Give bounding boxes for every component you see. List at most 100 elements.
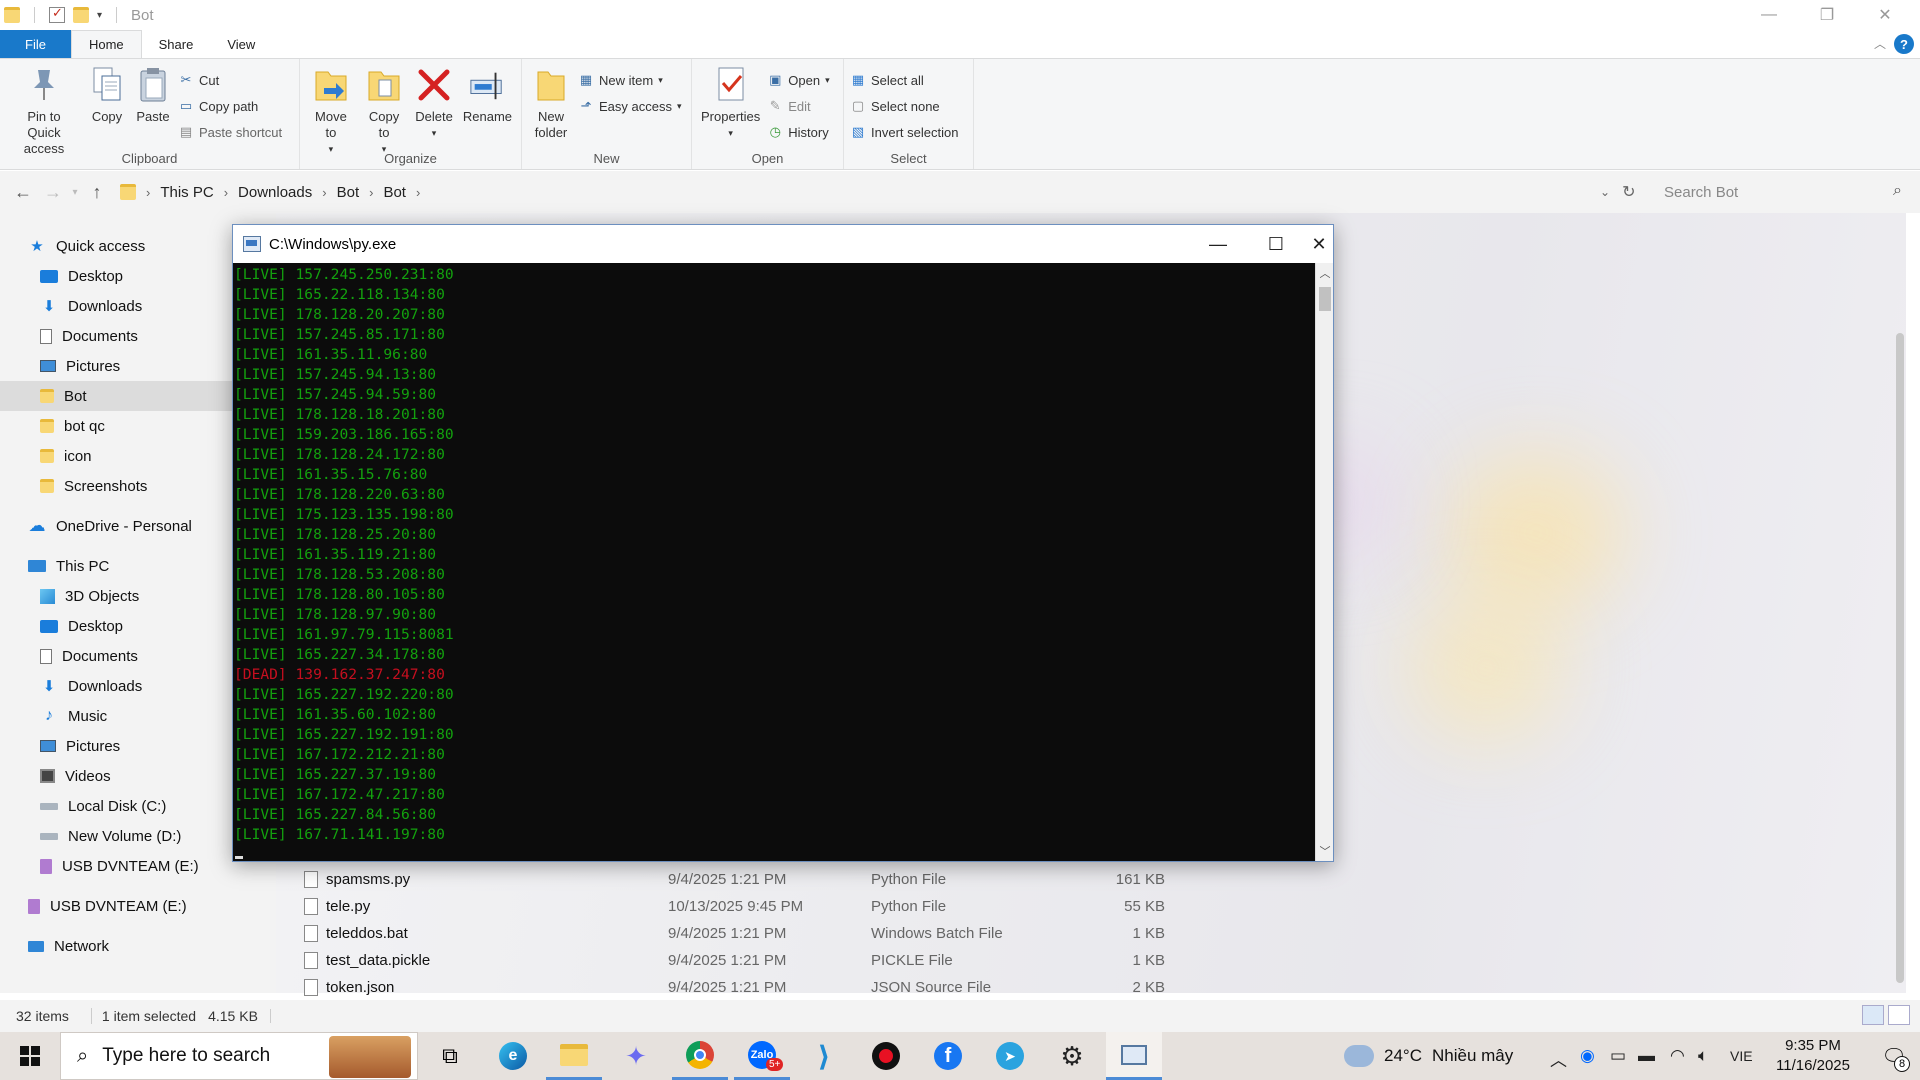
wifi-icon[interactable]: ◠ (1670, 1046, 1685, 1066)
console-maximize-button[interactable]: ☐ (1247, 225, 1305, 263)
paste-shortcut-button[interactable]: ▤ Paste shortcut (178, 121, 282, 143)
chevron-right-icon[interactable]: › (369, 185, 373, 200)
tab-share[interactable]: Share (142, 30, 211, 58)
invert-selection-button[interactable]: ▧ Invert selection (850, 121, 959, 143)
close-button[interactable]: ✕ (1856, 0, 1914, 30)
edit-button[interactable]: ✎ Edit (767, 95, 829, 117)
up-arrow-icon[interactable]: ↑ (82, 182, 112, 203)
console-proxy-address: 175.123.135.198:80 (295, 506, 454, 523)
notification-center-button[interactable]: 🗨︎ 8 (1868, 1032, 1920, 1080)
task-view-icon[interactable]: ⧉ (422, 1032, 478, 1080)
file-list-scrollbar[interactable] (1896, 333, 1904, 983)
pin-to-quick-access-button[interactable]: Pin to Quick access (6, 65, 82, 157)
file-explorer-icon[interactable] (546, 1032, 602, 1080)
move-to-button[interactable]: Move to ▾ (306, 65, 356, 157)
chrome-icon[interactable] (672, 1032, 728, 1080)
sidebar-item[interactable]: Network (0, 931, 276, 961)
address-history-chevron-icon[interactable]: ⌄ (1600, 185, 1610, 199)
scroll-thumb[interactable] (1319, 287, 1331, 311)
copy-to-button[interactable]: Copy to ▾ (360, 65, 408, 157)
input-language-indicator[interactable]: VIE (1730, 1048, 1753, 1064)
cut-button[interactable]: ✂ Cut (178, 69, 282, 91)
easy-access-button[interactable]: ⬏ Easy access ▾ (578, 95, 682, 117)
restore-button[interactable]: ❐ (1798, 0, 1856, 30)
edge-icon[interactable]: e (485, 1032, 541, 1080)
file-row[interactable]: spamsms.py 9/4/2025 1:21 PM Python File 161… (300, 866, 1200, 893)
recent-locations-chevron-icon[interactable]: ▾ (68, 187, 82, 198)
chevron-right-icon[interactable]: › (416, 185, 420, 200)
rename-button[interactable]: Rename (460, 65, 515, 125)
copy-button[interactable]: Copy (86, 65, 128, 125)
dropdown-chevron-icon: ▾ (431, 128, 437, 138)
file-row[interactable]: test_data.pickle 9/4/2025 1:21 PM PICKLE F… (300, 947, 1200, 974)
select-all-button[interactable]: ▦ Select all (850, 69, 958, 91)
search-input[interactable]: Search Bot ⌕ (1654, 177, 1910, 207)
chevron-right-icon[interactable]: › (322, 185, 326, 200)
large-icons-view-icon[interactable] (1888, 1005, 1910, 1025)
breadcrumb-this-pc[interactable]: This PC (160, 184, 213, 201)
console-close-button[interactable]: ✕ (1305, 225, 1333, 263)
file-row[interactable]: teleddos.bat 9/4/2025 1:21 PM Windows Batc… (300, 920, 1200, 947)
refresh-icon[interactable]: ↻ (1622, 182, 1635, 202)
forward-arrow-icon[interactable]: → (38, 182, 68, 203)
facebook-icon[interactable]: f (920, 1032, 976, 1080)
record-icon[interactable] (858, 1032, 914, 1080)
select-none-button[interactable]: ▢ Select none (850, 95, 958, 117)
open-button[interactable]: ▣ Open ▾ (767, 69, 830, 91)
scroll-up-icon[interactable]: ︿ (1316, 265, 1334, 281)
new-folder-button[interactable]: New folder (528, 65, 574, 141)
paste-button[interactable]: Paste (132, 65, 174, 125)
properties-button[interactable]: Properties ▾ (698, 65, 763, 141)
clock[interactable]: 9:35 PM 11/16/2025 (1758, 1032, 1868, 1080)
delete-button[interactable]: Delete ▾ (412, 65, 456, 141)
sidebar-item-label: 3D Objects (65, 587, 140, 605)
scroll-down-icon[interactable]: ﹀ (1316, 843, 1334, 859)
chevron-right-icon[interactable]: › (224, 185, 228, 200)
python-console-icon[interactable] (1106, 1032, 1162, 1080)
tab-home[interactable]: Home (70, 30, 142, 58)
zalo-tray-icon[interactable]: ◉ (1580, 1046, 1595, 1066)
minimize-button[interactable]: — (1740, 0, 1798, 30)
start-button[interactable] (0, 1032, 60, 1080)
file-date-modified: 9/4/2025 1:21 PM (668, 952, 787, 969)
console-line: [LIVE] 165.227.192.191:80 (233, 725, 1315, 745)
chevron-right-icon[interactable]: › (146, 185, 150, 200)
console-scrollbar[interactable]: ︿ ﹀ (1315, 263, 1333, 861)
zalo-icon[interactable]: Zalo 5+ (734, 1032, 790, 1080)
breadcrumb-bot-current[interactable]: Bot (383, 184, 406, 201)
sidebar-item-label: OneDrive - Personal (56, 517, 192, 535)
file-icon (304, 871, 318, 888)
chatgpt-icon[interactable]: ⚙ (1044, 1032, 1100, 1080)
sidebar-item[interactable]: USB DVNTEAM (E:) (0, 891, 276, 921)
file-row[interactable]: tele.py 10/13/2025 9:45 PM Python File 55 K… (300, 893, 1200, 920)
vscode-icon[interactable]: ⟩ (796, 1032, 852, 1080)
customize-toolbar-chevron-icon[interactable]: ▾ (97, 10, 102, 21)
taskbar-search-input[interactable]: ⌕ Type here to search (60, 1032, 418, 1080)
history-button[interactable]: ◷ History (767, 121, 829, 143)
new-folder-icon[interactable] (73, 7, 89, 23)
breadcrumb-downloads[interactable]: Downloads (238, 184, 312, 201)
copilot-icon[interactable]: ✦ (608, 1032, 664, 1080)
collapse-ribbon-icon[interactable]: ︿ (1874, 35, 1886, 52)
file-icon (304, 979, 318, 996)
details-view-icon[interactable] (1862, 1005, 1884, 1025)
help-icon[interactable]: ? (1894, 34, 1914, 54)
copy-path-button[interactable]: ▭ Copy path (178, 95, 282, 117)
new-item-button[interactable]: ▦ New item ▾ (578, 69, 682, 91)
console-minimize-button[interactable]: — (1189, 225, 1247, 263)
volume-icon[interactable]: 🔈︎ (1698, 1046, 1708, 1066)
tab-file[interactable]: File (0, 30, 71, 58)
show-hidden-icons-chevron-icon[interactable]: ︿ (1550, 1046, 1567, 1071)
battery-icon[interactable]: ▬ (1638, 1046, 1655, 1066)
tab-view[interactable]: View (210, 30, 272, 58)
weather-widget[interactable]: 24°C Nhiều mây (1344, 1032, 1513, 1080)
meet-now-icon[interactable]: ▭ (1610, 1046, 1626, 1066)
breadcrumb: › This PC › Downloads › Bot › Bot › (120, 184, 420, 201)
telegram-icon[interactable]: ➤ (982, 1032, 1038, 1080)
breadcrumb-bot[interactable]: Bot (337, 184, 360, 201)
file-row[interactable]: token.json 9/4/2025 1:21 PM JSON Source Fi… (300, 974, 1200, 1001)
console-proxy-address: 165.227.192.191:80 (295, 726, 454, 743)
console-output[interactable]: [LIVE] 157.245.250.231:80 [LIVE] 165.22.1… (233, 263, 1315, 861)
properties-icon[interactable] (49, 5, 65, 23)
back-arrow-icon[interactable]: ← (8, 182, 38, 203)
